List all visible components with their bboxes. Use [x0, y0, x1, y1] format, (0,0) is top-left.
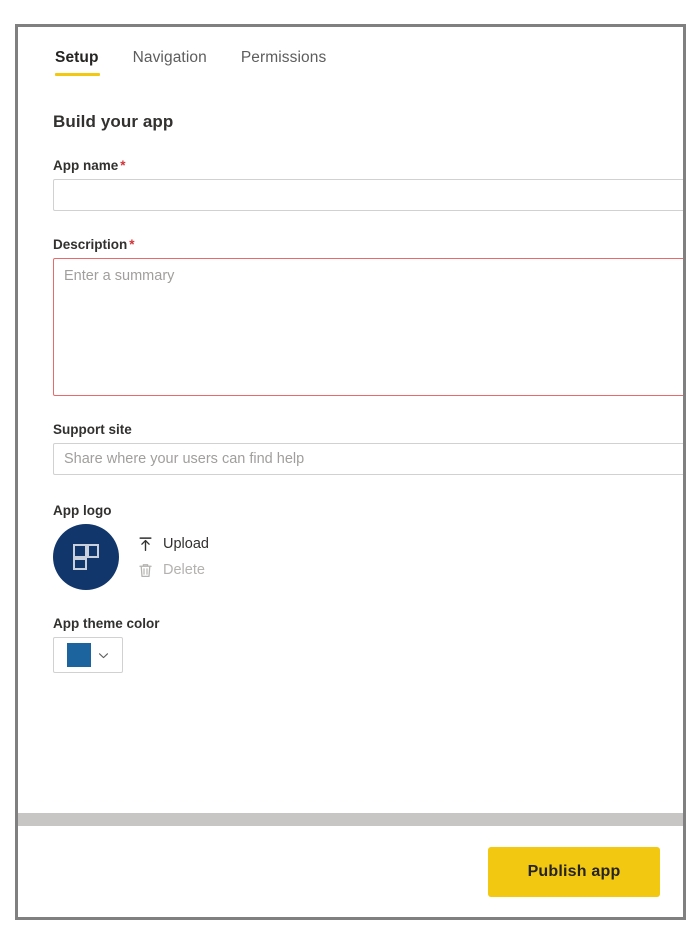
app-theme-color-label: App theme color: [53, 616, 160, 631]
trash-icon: [139, 563, 152, 577]
tab-setup[interactable]: Setup: [39, 49, 116, 76]
app-logo-row: Upload Delete: [53, 524, 683, 590]
page-title: Build your app: [53, 112, 174, 131]
upload-logo-button[interactable]: Upload: [137, 536, 209, 553]
support-site-label: Support site: [53, 422, 132, 437]
field-app-name: App name *: [18, 158, 683, 211]
app-logo-actions: Upload Delete: [133, 536, 209, 579]
dialog-body: Setup Navigation Permissions Build your …: [18, 27, 683, 917]
description-label-text: Description: [53, 237, 128, 252]
field-theme-color: App theme color: [18, 616, 683, 673]
footer-divider: [18, 813, 683, 826]
app-name-label-text: App name: [53, 158, 119, 173]
app-setup-dialog: Setup Navigation Permissions Build your …: [15, 24, 686, 920]
tab-permissions[interactable]: Permissions: [224, 49, 344, 76]
upload-logo-label: Upload: [163, 535, 209, 552]
app-logo-preview: [53, 524, 119, 590]
setup-scroll-content[interactable]: Setup Navigation Permissions Build your …: [18, 27, 683, 813]
support-site-input[interactable]: [53, 443, 683, 475]
app-name-required-asterisk: *: [120, 158, 126, 173]
field-app-logo: App logo Upload Delete: [18, 503, 683, 590]
tab-permissions-label: Permissions: [240, 49, 327, 66]
field-support-site: Support site: [18, 422, 683, 475]
delete-logo-button[interactable]: Delete: [137, 562, 209, 579]
app-name-input[interactable]: [53, 179, 683, 211]
description-textarea[interactable]: [53, 258, 683, 396]
tab-navigation[interactable]: Navigation: [116, 49, 224, 76]
theme-color-picker[interactable]: [53, 637, 123, 673]
app-name-label: App name *: [53, 158, 683, 173]
description-required-asterisk: *: [129, 237, 135, 252]
publish-app-button[interactable]: Publish app: [488, 846, 660, 897]
grid-blocks-icon: [73, 544, 99, 570]
delete-logo-label: Delete: [163, 561, 205, 578]
upload-icon: [139, 536, 152, 551]
chevron-down-icon: [98, 652, 108, 658]
dialog-footer: Publish app: [18, 826, 683, 917]
app-logo-label: App logo: [53, 503, 112, 518]
tab-navigation-label: Navigation: [132, 49, 207, 66]
tab-setup-label: Setup: [55, 49, 99, 66]
field-description: Description *: [18, 237, 683, 396]
tabstrip: Setup Navigation Permissions: [18, 27, 683, 76]
description-label: Description *: [53, 237, 683, 252]
theme-color-swatch: [66, 643, 91, 667]
